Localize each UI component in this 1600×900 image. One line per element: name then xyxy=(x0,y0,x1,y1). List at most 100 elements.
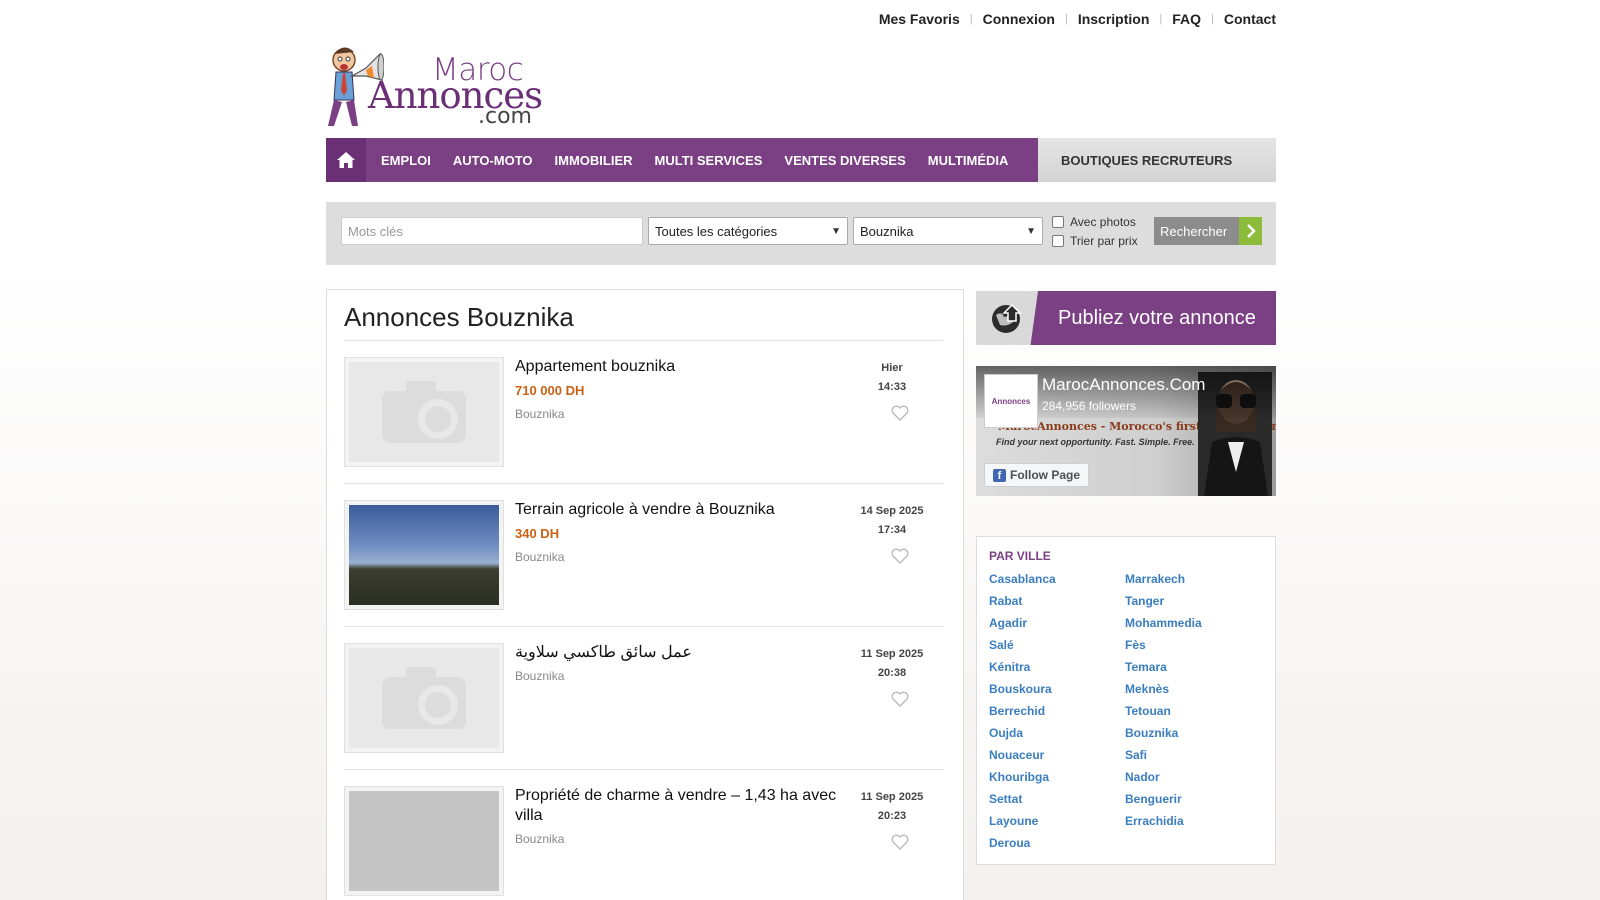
ad-title[interactable]: Propriété de charme à vendre – 1,43 ha a… xyxy=(515,786,860,826)
city-link[interactable]: Rabat xyxy=(989,594,1056,616)
with-photos-checkbox[interactable] xyxy=(1052,216,1064,228)
fb-profile-logo[interactable]: Annonces xyxy=(984,374,1038,428)
ad-date-time: 20:23 xyxy=(877,810,907,822)
city-link[interactable]: Casablanca xyxy=(989,572,1056,594)
ad-photo xyxy=(349,505,499,605)
sort-price-checkbox[interactable] xyxy=(1052,235,1064,247)
ad-date-day: 11 Sep 2025 xyxy=(860,648,924,660)
search-button[interactable]: Rechercher xyxy=(1154,217,1262,245)
city-link[interactable]: Mohammedia xyxy=(1125,616,1202,638)
nav-categories: EMPLOI AUTO-MOTO IMMOBILIER MULTI SERVIC… xyxy=(326,138,1038,182)
city-link[interactable]: Marrakech xyxy=(1125,572,1202,594)
home-icon xyxy=(337,152,355,168)
ad-item[interactable]: Terrain agricole à vendre à Bouznika 340… xyxy=(344,484,944,627)
separator: | xyxy=(969,13,973,25)
ad-item[interactable]: Appartement bouznika 710 000 DH Bouznika… xyxy=(344,341,944,484)
ad-title[interactable]: Appartement bouznika xyxy=(515,357,860,377)
category-select[interactable]: Toutes les catégories ▼ xyxy=(648,217,848,245)
ad-thumbnail[interactable] xyxy=(344,643,504,753)
link-inscription[interactable]: Inscription xyxy=(1078,11,1150,27)
page-title: Annonces Bouznika xyxy=(344,302,574,332)
ad-date-time: 14:33 xyxy=(877,381,907,393)
heart-icon[interactable] xyxy=(891,691,909,707)
heart-icon[interactable] xyxy=(891,405,909,421)
ad-title[interactable]: Terrain agricole à vendre à Bouznika xyxy=(515,500,860,520)
ad-date-day: 14 Sep 2025 xyxy=(860,505,924,517)
with-photos-option[interactable]: Avec photos xyxy=(1052,215,1136,229)
fb-follow-label: Follow Page xyxy=(1010,468,1081,482)
city-link[interactable]: Salé xyxy=(989,638,1056,660)
cities-right-column: Marrakech Tanger Mohammedia Fès Temara M… xyxy=(1125,572,1202,836)
nav-emploi[interactable]: EMPLOI xyxy=(381,153,431,168)
city-link[interactable]: Temara xyxy=(1125,660,1202,682)
ad-thumbnail[interactable] xyxy=(344,500,504,610)
ad-thumbnail[interactable] xyxy=(344,357,504,467)
link-faq[interactable]: FAQ xyxy=(1172,11,1201,27)
city-link[interactable]: Agadir xyxy=(989,616,1056,638)
category-select-value: Toutes les catégories xyxy=(655,223,778,239)
city-link[interactable]: Tetouan xyxy=(1125,704,1202,726)
city-link[interactable]: Deroua xyxy=(989,836,1056,858)
search-button-label: Rechercher xyxy=(1160,223,1228,239)
city-select-value: Bouznika xyxy=(860,223,914,239)
ad-date: Hier 14:33 xyxy=(856,359,928,397)
city-link[interactable]: Tanger xyxy=(1125,594,1202,616)
ad-date-day: 11 Sep 2025 xyxy=(860,791,924,803)
arrow-right-icon xyxy=(1239,217,1262,245)
ad-title[interactable]: عمل سائق طاكسي سلاوية xyxy=(515,643,860,663)
chevron-down-icon: ▼ xyxy=(831,225,841,237)
separator: | xyxy=(1211,13,1214,25)
city-link[interactable]: Bouskoura xyxy=(989,682,1056,704)
city-link[interactable]: Bouznika xyxy=(1125,726,1202,748)
fb-banner-subtext: Find your next opportunity. Fast. Simple… xyxy=(996,437,1195,447)
city-link[interactable]: Khouribga xyxy=(989,770,1056,792)
heart-icon[interactable] xyxy=(891,834,909,850)
facebook-icon: f xyxy=(993,468,1006,482)
main-nav: EMPLOI AUTO-MOTO IMMOBILIER MULTI SERVIC… xyxy=(326,138,1276,182)
top-links: Mes Favoris | Connexion | Inscription | … xyxy=(879,11,1276,27)
link-contact[interactable]: Contact xyxy=(1224,11,1276,27)
link-connexion[interactable]: Connexion xyxy=(983,11,1055,27)
ad-thumbnail[interactable] xyxy=(344,786,504,896)
nav-immobilier[interactable]: IMMOBILIER xyxy=(555,153,633,168)
nav-multi-services[interactable]: MULTI SERVICES xyxy=(655,153,763,168)
city-link[interactable]: Fès xyxy=(1125,638,1202,660)
ad-item[interactable]: Propriété de charme à vendre – 1,43 ha a… xyxy=(344,770,944,900)
ad-item[interactable]: عمل سائق طاكسي سلاوية Bouznika 11 Sep 20… xyxy=(344,627,944,770)
city-link[interactable]: Berrechid xyxy=(989,704,1056,726)
city-link[interactable]: Oujda xyxy=(989,726,1056,748)
city-link[interactable]: Kénitra xyxy=(989,660,1056,682)
ad-price: 710 000 DH xyxy=(515,383,585,398)
city-link[interactable]: Settat xyxy=(989,792,1056,814)
city-select[interactable]: Bouznika ▼ xyxy=(853,217,1043,245)
city-link[interactable]: Layoune xyxy=(989,814,1056,836)
sort-price-label: Trier par prix xyxy=(1070,234,1138,248)
publish-ad-button[interactable]: Publiez votre annonce xyxy=(976,291,1276,345)
heart-icon[interactable] xyxy=(891,548,909,564)
ad-date-time: 17:34 xyxy=(877,524,907,536)
city-link[interactable]: Nouaceur xyxy=(989,748,1056,770)
ad-date-day: Hier xyxy=(881,362,903,374)
city-link[interactable]: Meknès xyxy=(1125,682,1202,704)
link-favoris[interactable]: Mes Favoris xyxy=(879,11,960,27)
nav-ventes-diverses[interactable]: VENTES DIVERSES xyxy=(784,153,905,168)
home-button[interactable] xyxy=(326,138,366,182)
city-link[interactable]: Nador xyxy=(1125,770,1202,792)
nav-multimedia[interactable]: MULTIMÉDIA xyxy=(928,153,1009,168)
fb-followers: 284,956 followers xyxy=(1042,399,1137,413)
ad-price: 340 DH xyxy=(515,526,560,541)
facebook-page-widget[interactable]: MarocAnnonces - Morocco's first Job Plat… xyxy=(976,366,1276,496)
separator: | xyxy=(1064,13,1068,25)
sort-price-option[interactable]: Trier par prix xyxy=(1052,234,1138,248)
city-link[interactable]: Errachidia xyxy=(1125,814,1202,836)
nav-auto-moto[interactable]: AUTO-MOTO xyxy=(453,153,533,168)
ad-city: Bouznika xyxy=(515,407,565,421)
nav-boutiques-recruteurs[interactable]: BOUTIQUES RECRUTEURS xyxy=(1038,138,1276,182)
site-logo[interactable]: Maroc Annonces .com xyxy=(322,40,543,132)
fb-page-name[interactable]: MarocAnnonces.Com xyxy=(1042,375,1205,395)
fb-follow-button[interactable]: f Follow Page xyxy=(984,463,1090,487)
city-link[interactable]: Benguerir xyxy=(1125,792,1202,814)
keywords-input[interactable] xyxy=(341,217,643,245)
city-link[interactable]: Safi xyxy=(1125,748,1202,770)
ad-photo xyxy=(349,791,499,891)
